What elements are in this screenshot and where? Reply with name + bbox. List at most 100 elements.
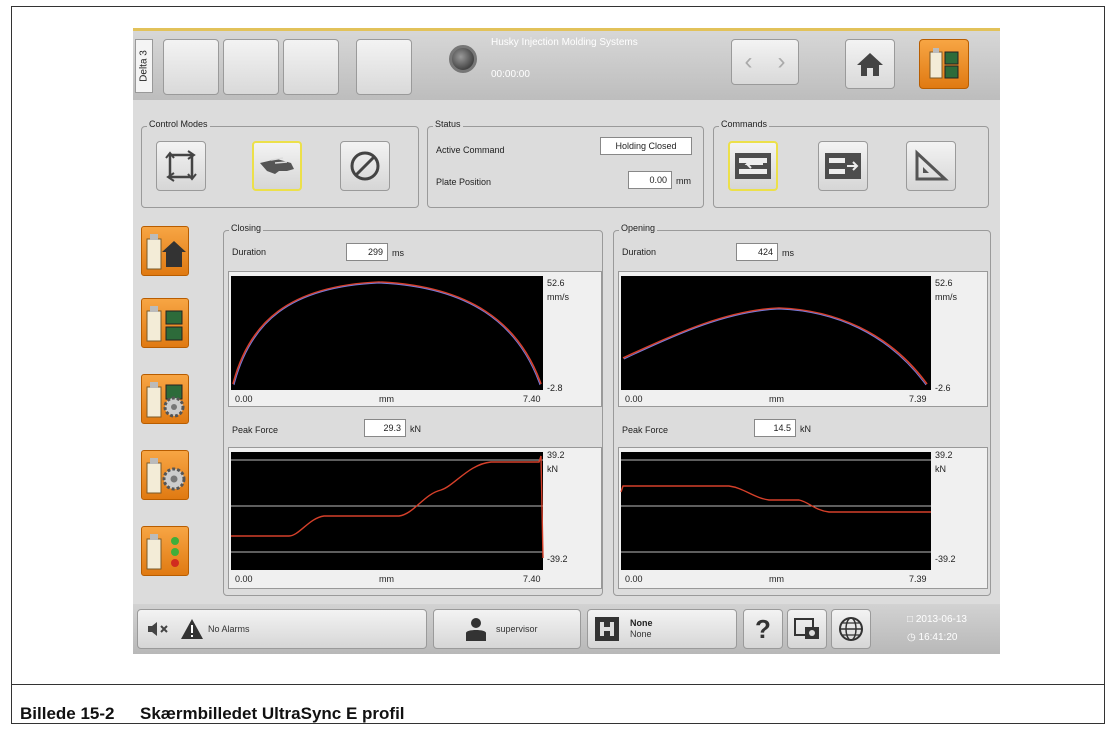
user-icon	[466, 618, 486, 641]
opening-peak-force-label: Peak Force	[622, 425, 669, 435]
closing-velocity-xmin: 0.00	[235, 394, 253, 404]
closing-group: Closing Duration 299 ms 52.6 mm/s -2.8 0…	[223, 223, 603, 596]
profile-screen-button[interactable]	[919, 39, 969, 89]
opening-force-min: -39.2	[935, 554, 956, 564]
alarms-text: No Alarms	[208, 624, 250, 634]
cycle-mode-button[interactable]	[156, 141, 206, 191]
closing-peak-force-unit: kN	[410, 424, 421, 434]
opening-velocity-canvas	[621, 276, 931, 390]
home-icon	[857, 53, 883, 76]
closing-velocity-unit: mm/s	[547, 292, 569, 302]
opening-velocity-unit: mm/s	[935, 292, 957, 302]
closing-duration-unit: ms	[392, 248, 404, 258]
opening-velocity-plot: 52.6 mm/s -2.6 0.00 mm 7.39	[618, 271, 988, 407]
date-time-display: □ 2013-06-13 ◷ 16:41:20	[903, 610, 995, 650]
date-text: 2013-06-13	[915, 614, 967, 625]
top-bar: Delta 3 Husky Injection Molding Systems …	[133, 28, 1000, 100]
plate-position-unit: mm	[676, 176, 691, 186]
status-group: Status Active Command Holding Closed Pla…	[427, 119, 704, 208]
closing-force-xmin: 0.00	[235, 574, 253, 584]
closing-force-xunit: mm	[379, 574, 394, 584]
closing-velocity-canvas	[231, 276, 543, 390]
status-led-icon	[449, 45, 477, 73]
time-text: 16:41:20	[918, 632, 958, 643]
closing-force-plot: 39.2 kN -39.2 0.00 mm 7.40	[228, 447, 602, 589]
open-command-button[interactable]	[818, 141, 868, 191]
opening-peak-force-value: 14.5	[754, 419, 796, 437]
setup-command-button[interactable]	[906, 141, 956, 191]
language-button[interactable]	[831, 609, 871, 649]
shortcut-button-4[interactable]	[356, 39, 412, 95]
cycle-timer: 00:00:00	[491, 69, 530, 80]
warning-triangle-icon	[181, 619, 203, 639]
closing-legend: Closing	[229, 223, 264, 233]
sidebar-item-parameters[interactable]	[141, 450, 189, 500]
opening-force-xmax: 7.39	[909, 574, 927, 584]
shortcut-button-1[interactable]	[163, 39, 219, 95]
caption-title: Skærmbilledet UltraSync E profil	[140, 704, 405, 723]
mold-line-2: None	[630, 629, 652, 639]
mold-icon	[595, 617, 619, 641]
opening-velocity-xunit: mm	[769, 394, 784, 404]
mold-button[interactable]: None None	[587, 609, 737, 649]
mold-info: None None	[630, 618, 653, 640]
closing-velocity-plot: 52.6 mm/s -2.8 0.00 mm 7.40	[228, 271, 602, 407]
commands-legend: Commands	[719, 119, 770, 129]
chevron-left-icon[interactable]: ‹	[745, 48, 753, 76]
cycle-mode-icon	[165, 150, 197, 182]
sidebar-item-profile[interactable]	[141, 298, 189, 348]
calendar-icon: □	[907, 614, 914, 625]
active-command-value: Holding Closed	[600, 137, 692, 155]
closing-force-xmax: 7.40	[523, 574, 541, 584]
opening-force-plot: 39.2 kN -39.2 0.00 mm 7.39	[618, 447, 988, 589]
control-modes-group: Control Modes	[141, 119, 419, 208]
alarms-button[interactable]: No Alarms	[137, 609, 427, 649]
parameters-gear-screen-icon	[146, 458, 186, 494]
disabled-mode-button[interactable]	[340, 141, 390, 191]
active-command-label: Active Command	[436, 145, 505, 155]
manual-hand-icon	[260, 157, 294, 174]
settings-gear-screen-icon	[146, 382, 185, 418]
sidebar-item-io-status[interactable]	[141, 526, 189, 576]
user-button[interactable]: supervisor	[433, 609, 581, 649]
shortcut-button-2[interactable]	[223, 39, 279, 95]
opening-velocity-xmax: 7.39	[909, 394, 927, 404]
globe-icon	[839, 617, 863, 641]
sidebar-item-home[interactable]	[141, 226, 189, 276]
opening-duration-label: Duration	[622, 247, 657, 257]
time-row: ◷ 16:41:20	[907, 632, 957, 643]
close-command-button[interactable]	[728, 141, 778, 191]
commands-group: Commands	[713, 119, 989, 208]
user-text: supervisor	[496, 624, 538, 634]
shortcut-button-3[interactable]	[283, 39, 339, 95]
status-legend: Status	[433, 119, 463, 129]
home-screen-icon	[146, 234, 186, 270]
help-button[interactable]: ?	[743, 609, 783, 649]
close-plate-icon	[735, 153, 771, 179]
opening-velocity-min: -2.6	[935, 383, 951, 393]
mold-line-1: None	[630, 618, 653, 628]
manual-mode-button[interactable]	[252, 141, 302, 191]
closing-force-unit: kN	[547, 464, 558, 474]
machine-profile-icon	[929, 48, 959, 79]
closing-velocity-min: -2.8	[547, 383, 563, 393]
closing-velocity-max: 52.6	[547, 278, 565, 288]
back-forward-nav[interactable]: ‹ ›	[731, 39, 799, 85]
closing-velocity-xmax: 7.40	[523, 394, 541, 404]
opening-force-xmin: 0.00	[625, 574, 643, 584]
chevron-right-icon[interactable]: ›	[778, 48, 786, 76]
delta-tab[interactable]: Delta 3	[135, 39, 153, 93]
clock-icon: ◷	[907, 632, 916, 643]
opening-group: Opening Duration 424 ms 52.6 mm/s -2.6 0…	[613, 223, 991, 596]
screenshot-button[interactable]	[787, 609, 827, 649]
help-question-icon: ?	[755, 613, 771, 644]
closing-force-min: -39.2	[547, 554, 568, 564]
setup-triangle-icon	[915, 149, 949, 181]
closing-velocity-xunit: mm	[379, 394, 394, 404]
opening-peak-force-unit: kN	[800, 424, 811, 434]
plate-position-value: 0.00	[628, 171, 672, 189]
sidebar-item-settings[interactable]	[141, 374, 189, 424]
mute-speaker-icon[interactable]	[146, 619, 174, 639]
home-button[interactable]	[845, 39, 895, 89]
bottom-bar: No Alarms supervisor None None ? □ 2013-…	[133, 604, 1000, 654]
